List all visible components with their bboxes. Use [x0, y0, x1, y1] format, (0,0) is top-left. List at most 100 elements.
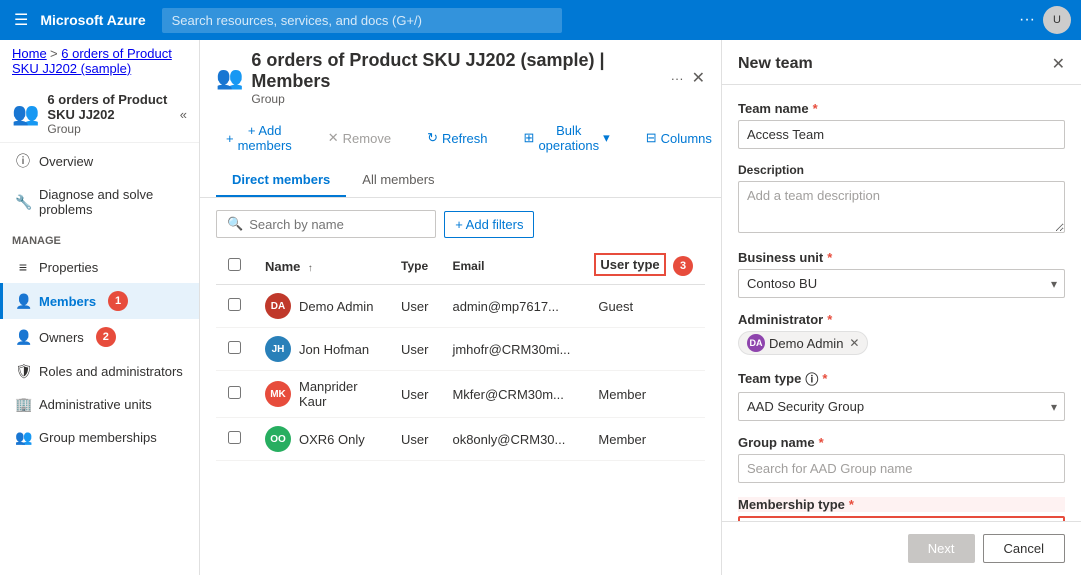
sidebar-item-overview[interactable]: ⓘ Overview	[0, 143, 199, 179]
sidebar-item-group-memberships[interactable]: 👥 Group memberships	[0, 421, 199, 454]
content-dots-icon[interactable]: ···	[671, 71, 684, 86]
top-navigation: ☰ Microsoft Azure ··· U	[0, 0, 1081, 40]
membership-type-group: Membership type * Members and guests ▾ M…	[738, 497, 1065, 521]
group-name-group: Group name *	[738, 435, 1065, 483]
group-name-input[interactable]	[738, 454, 1065, 483]
sidebar-item-admin-units-label: Administrative units	[39, 397, 152, 412]
description-input[interactable]	[738, 181, 1065, 233]
global-search-input[interactable]	[162, 8, 562, 33]
sidebar-header: 👥 6 orders of Product SKU JJ202 Group «	[0, 82, 199, 143]
row-user-type-cell: Member	[582, 371, 705, 418]
row-email-cell: Mkfer@CRM30m...	[440, 371, 582, 418]
admin-tag-remove-icon[interactable]: ✕	[849, 336, 859, 350]
business-unit-select[interactable]: Contoso BU	[738, 269, 1065, 298]
dots-icon[interactable]: ···	[1019, 11, 1035, 29]
table-row: DA Demo Admin User admin@mp7617... Guest	[216, 285, 705, 328]
content-area: 👥 6 orders of Product SKU JJ202 (sample)…	[200, 40, 721, 575]
table-row: MK Manprider Kaur User Mkfer@CRM30m... M…	[216, 371, 705, 418]
sidebar-item-admin-units[interactable]: 🏢 Administrative units	[0, 388, 199, 421]
team-type-label: Team type ⓘ *	[738, 369, 1065, 388]
sidebar-item-members-label: Members	[39, 294, 96, 309]
row-checkbox-2[interactable]	[228, 386, 241, 399]
content-tabs: Direct members All members	[216, 164, 705, 197]
row-user-type-cell: Member	[582, 418, 705, 461]
bulk-operations-button[interactable]: ⊞ Bulk operations ▾	[514, 118, 620, 158]
business-unit-label: Business unit *	[738, 250, 1065, 265]
add-filter-button[interactable]: + Add filters	[444, 211, 534, 238]
refresh-button[interactable]: ↻ Refresh	[417, 125, 497, 151]
description-group: Description	[738, 163, 1065, 236]
sidebar-item-members[interactable]: 👤 Members 1	[0, 283, 199, 319]
remove-button[interactable]: ✕ Remove	[318, 125, 401, 151]
membership-type-selected[interactable]: Members and guests ▾	[740, 518, 1063, 521]
overview-icon: ⓘ	[15, 151, 31, 171]
panel-body: Team name * Description Business unit * …	[722, 85, 1081, 521]
row-name-cell: MK Manprider Kaur	[253, 371, 389, 418]
row-name: OXR6 Only	[299, 432, 365, 447]
row-checkbox-3[interactable]	[228, 431, 241, 444]
sidebar-item-roles[interactable]: 🛡 Roles and administrators	[0, 355, 199, 388]
team-name-group: Team name *	[738, 101, 1065, 149]
select-all-checkbox[interactable]	[228, 258, 241, 271]
user-type-annotation: 3	[673, 256, 693, 276]
group-memberships-icon: 👥	[15, 429, 31, 446]
add-members-button[interactable]: + + Add members	[216, 118, 302, 158]
user-avatar[interactable]: U	[1043, 6, 1071, 34]
diagnose-icon: 🔧	[15, 194, 31, 211]
group-icon: 👥	[12, 101, 39, 127]
row-avatar: JH	[265, 336, 291, 362]
row-user-type-cell: Guest	[582, 285, 705, 328]
breadcrumb-home[interactable]: Home	[12, 46, 47, 61]
add-icon: +	[226, 131, 234, 146]
description-label: Description	[738, 163, 1065, 177]
membership-type-dropdown[interactable]: Members and guests ▾ Members and guests …	[738, 516, 1065, 521]
right-panel: New team ✕ Team name * Description Busin…	[721, 40, 1081, 575]
tab-direct-members[interactable]: Direct members	[216, 164, 346, 197]
remove-icon: ✕	[328, 130, 339, 146]
members-icon: 👤	[15, 293, 31, 310]
row-type-cell: User	[389, 418, 440, 461]
sidebar-item-owners[interactable]: 👤 Owners 2	[0, 319, 199, 355]
sort-name-icon[interactable]: ↑	[308, 263, 313, 274]
row-checkbox-0[interactable]	[228, 298, 241, 311]
breadcrumb: Home > 6 orders of Product SKU JJ202 (sa…	[0, 40, 199, 82]
columns-icon: ⊟	[646, 130, 657, 146]
tab-all-members[interactable]: All members	[346, 164, 450, 197]
table-area: 🔍 + Add filters Name ↑ Type	[200, 198, 721, 575]
sidebar-item-roles-label: Roles and administrators	[39, 364, 183, 379]
row-name-cell: OO OXR6 Only	[253, 418, 389, 461]
header-checkbox-cell	[216, 248, 253, 285]
hamburger-icon[interactable]: ☰	[10, 6, 32, 34]
panel-footer: Next Cancel	[722, 521, 1081, 575]
sidebar-collapse-icon[interactable]: «	[180, 107, 187, 122]
row-name: Manprider Kaur	[299, 379, 377, 409]
row-checkbox-cell	[216, 418, 253, 461]
row-type-cell: User	[389, 285, 440, 328]
search-input[interactable]	[249, 217, 425, 232]
team-name-input[interactable]	[738, 120, 1065, 149]
sidebar-item-owners-label: Owners	[39, 330, 84, 345]
content-close-icon[interactable]: ✕	[692, 68, 705, 88]
row-name-cell: JH Jon Hofman	[253, 328, 389, 371]
row-checkbox-1[interactable]	[228, 341, 241, 354]
header-type: Type	[389, 248, 440, 285]
sidebar-item-diagnose[interactable]: 🔧 Diagnose and solve problems	[0, 179, 199, 225]
header-email: Email	[440, 248, 582, 285]
panel-close-icon[interactable]: ✕	[1052, 54, 1065, 74]
row-checkbox-cell	[216, 285, 253, 328]
columns-button[interactable]: ⊟ Columns	[636, 125, 721, 151]
admin-avatar: DA	[747, 334, 765, 352]
administrator-tag: DA Demo Admin ✕	[738, 331, 868, 355]
team-type-group: Team type ⓘ * AAD Security Group ▾	[738, 369, 1065, 421]
team-type-select-wrapper: AAD Security Group ▾	[738, 392, 1065, 421]
sidebar-item-group-memberships-label: Group memberships	[39, 430, 157, 445]
next-button[interactable]: Next	[908, 534, 975, 563]
cancel-button[interactable]: Cancel	[983, 534, 1065, 563]
header-user-type: User type 3	[582, 248, 705, 285]
team-type-select[interactable]: AAD Security Group	[738, 392, 1065, 421]
manage-section-label: Manage	[0, 225, 199, 251]
panel-title: New team	[738, 55, 813, 73]
header-name: Name ↑	[253, 248, 389, 285]
roles-icon: 🛡	[15, 363, 31, 380]
sidebar-item-properties[interactable]: ≡ Properties	[0, 251, 199, 283]
